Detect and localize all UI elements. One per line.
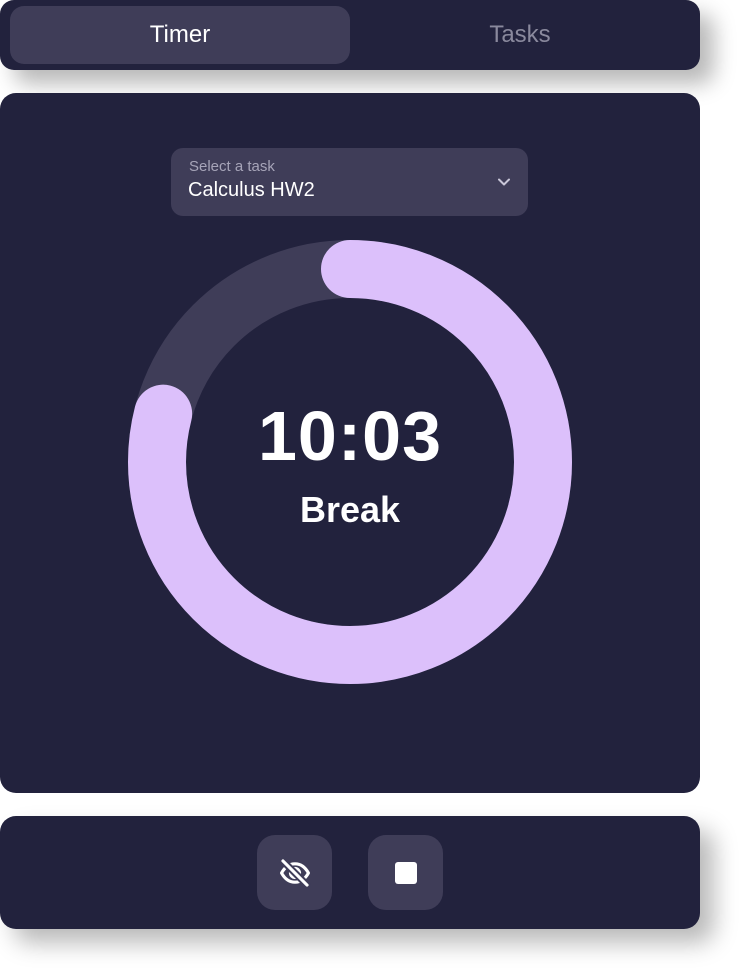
timer-panel: Select a task Calculus HW2 10:03 Break — [0, 93, 700, 793]
tab-tasks[interactable]: Tasks — [350, 6, 690, 64]
eye-off-icon — [278, 856, 311, 889]
stop-timer-button[interactable] — [368, 835, 443, 910]
hide-timer-button[interactable] — [257, 835, 332, 910]
stop-icon — [394, 861, 417, 884]
timer-phase-label: Break — [299, 489, 401, 530]
tab-bar: Timer Tasks — [0, 0, 700, 70]
tab-timer[interactable]: Timer — [10, 6, 350, 64]
controls-bar — [0, 816, 700, 929]
tab-timer-label: Timer — [149, 21, 211, 48]
tab-tasks-label: Tasks — [489, 21, 551, 48]
timer-readout: 10:03 — [257, 397, 443, 475]
